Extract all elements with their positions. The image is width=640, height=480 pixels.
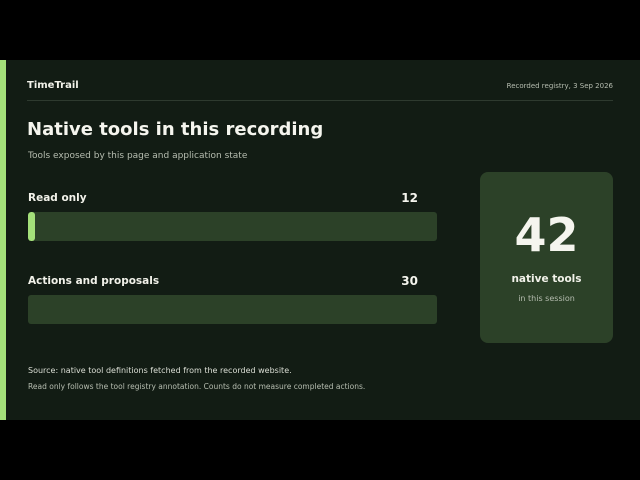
page-subtitle: Tools exposed by this page and applicati… bbox=[28, 151, 248, 161]
progress-track bbox=[28, 212, 437, 241]
summary-card: 42 native tools in this session bbox=[480, 172, 613, 343]
metric-value: 12 bbox=[401, 191, 418, 205]
summary-sublabel: in this session bbox=[518, 294, 575, 303]
accent-stripe bbox=[0, 60, 6, 420]
recording-frame: TimeTrail Recorded registry, 3 Sep 2026 … bbox=[0, 60, 640, 420]
progress-fill bbox=[28, 212, 35, 241]
summary-number: 42 bbox=[514, 208, 579, 262]
footnote: Read only follows the tool registry anno… bbox=[28, 382, 366, 391]
header-divider bbox=[27, 100, 613, 101]
summary-label: native tools bbox=[511, 273, 582, 285]
page-title: Native tools in this recording bbox=[27, 119, 324, 140]
record-info: Recorded registry, 3 Sep 2026 bbox=[506, 82, 613, 90]
metric-value: 30 bbox=[401, 274, 418, 288]
source-note: Source: native tool definitions fetched … bbox=[28, 366, 292, 375]
app-name: TimeTrail bbox=[27, 80, 79, 91]
metric-label: Actions and proposals bbox=[28, 275, 160, 287]
metric-label: Read only bbox=[28, 192, 87, 204]
progress-track bbox=[28, 295, 437, 324]
